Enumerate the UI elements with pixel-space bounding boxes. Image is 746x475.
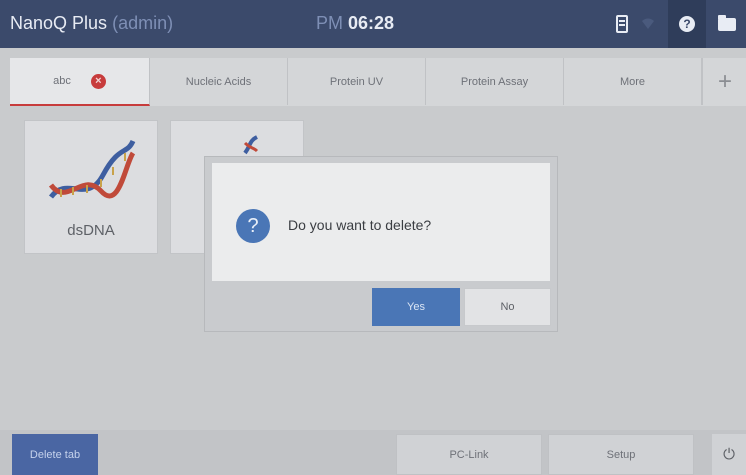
yes-button[interactable]: Yes: [372, 288, 460, 326]
no-button[interactable]: No: [464, 288, 551, 326]
dialog-message: Do you want to delete?: [288, 217, 432, 233]
delete-confirm-dialog: ? Do you want to delete? Yes No: [205, 157, 557, 331]
question-icon: ?: [236, 209, 270, 243]
dialog-body: ? Do you want to delete?: [212, 163, 550, 281]
